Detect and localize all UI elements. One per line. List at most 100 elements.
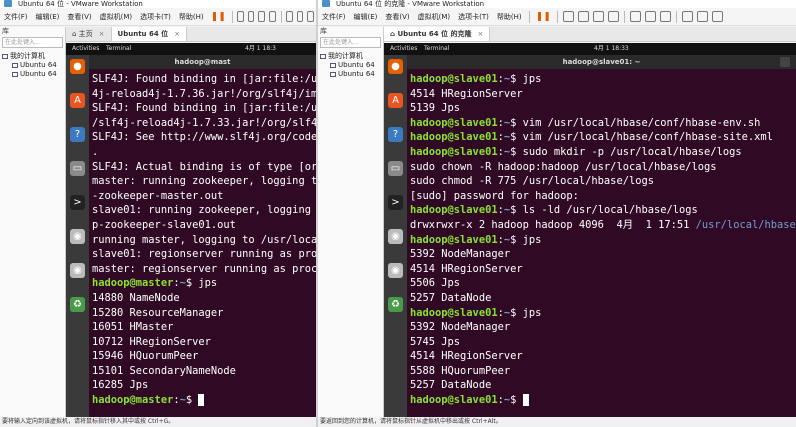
snapshot-manager-icon[interactable]	[269, 11, 276, 22]
thumbnail-view-icon[interactable]	[644, 11, 656, 22]
terminal-window[interactable]: hadoop@slave01: ~ hadoop@slave01:~$ jps 4…	[407, 55, 796, 417]
output-line: SLF4J: Found binding in [jar:file:/usr/l…	[92, 101, 316, 116]
tree-item-my-computer[interactable]: 我的计算机	[2, 52, 63, 61]
menu-file[interactable]: 文件(F)	[318, 12, 350, 22]
tree-item-vm[interactable]: Ubuntu 64	[320, 61, 381, 70]
send-keys-icon[interactable]	[562, 11, 574, 22]
terminal-app-label[interactable]: Terminal	[424, 43, 449, 55]
software-icon[interactable]: A	[70, 93, 85, 108]
output-line: 5257 DataNode	[410, 291, 793, 306]
menu-file[interactable]: 文件(F)	[0, 12, 32, 22]
vmware-app-icon	[4, 0, 12, 7]
software-icon[interactable]: A	[388, 93, 403, 108]
vm-display[interactable]: Activities Terminal 4月 1 18:3 ● A? ▭ > ◉ ◉ ♻ h…	[66, 43, 316, 417]
snapshot-icon[interactable]	[247, 11, 255, 22]
prompt-line: hadoop@slave01:~$ jps	[410, 233, 793, 248]
tab-home[interactable]: ⌂ 主页 ×	[66, 27, 112, 41]
thumbnail-view-icon[interactable]	[296, 11, 304, 22]
close-icon[interactable]: ×	[478, 30, 484, 38]
prompt-user: hadoop@master	[92, 277, 174, 290]
menu-vm[interactable]: 虚拟机(M)	[96, 12, 137, 22]
menu-view[interactable]: 查看(V)	[63, 12, 95, 22]
pause-icon[interactable]: ❚❚	[533, 12, 554, 22]
clock[interactable]: 4月 1 18:3	[245, 43, 276, 55]
output-line: 5745 Jps	[410, 335, 793, 350]
disc-icon[interactable]: ◉	[70, 263, 85, 278]
terminal-output[interactable]: SLF4J: Found binding in [jar:file:/usr/l…	[89, 69, 316, 408]
terminal-icon[interactable]: >	[70, 195, 85, 210]
title-bar: Ubuntu 64 位 - VMware Workstation	[0, 0, 316, 8]
library-view-icon[interactable]	[629, 11, 641, 22]
terminal-app-label[interactable]: Terminal	[106, 43, 131, 55]
menu-view[interactable]: 查看(V)	[381, 12, 413, 22]
help-icon[interactable]: ?	[388, 127, 403, 142]
files-icon[interactable]: ▭	[70, 161, 85, 176]
pause-icon[interactable]: ❚❚	[208, 12, 229, 22]
activities-button[interactable]: Activities	[72, 43, 99, 55]
tab-ubuntu-clone[interactable]: ⌂ Ubuntu 64 位 的克隆 ×	[384, 27, 491, 41]
menu-help[interactable]: 帮助(H)	[175, 12, 208, 22]
output-text: [sudo] password for hadoop:	[410, 189, 579, 202]
fullscreen-icon[interactable]	[659, 11, 671, 22]
menu-bar: 文件(F) 编辑(E) 查看(V) 虚拟机(M) 选项卡(T) 帮助(H) ❚❚	[0, 8, 316, 26]
console-icon[interactable]	[681, 11, 693, 22]
close-icon[interactable]: ×	[174, 30, 180, 38]
prompt-line: hadoop@slave01:~$	[410, 393, 793, 408]
prompt-user: hadoop@slave01	[410, 116, 498, 129]
help-icon[interactable]: ?	[70, 127, 85, 142]
vm-icon	[12, 62, 18, 68]
output-text: slave01: running zookeeper, logging to /…	[92, 204, 311, 217]
search-icon[interactable]	[780, 57, 790, 67]
activities-button[interactable]: Activities	[390, 43, 417, 55]
ubuntu-dock: ● A? ▭ > ◉ ◉ ♻	[66, 55, 89, 417]
disc-icon[interactable]: ◉	[388, 229, 403, 244]
stretch-icon[interactable]	[696, 11, 708, 22]
terminal-output[interactable]: hadoop@slave01:~$ jps 4514 HRegionServer 5…	[407, 69, 796, 408]
disc-icon[interactable]: ◉	[70, 229, 85, 244]
menu-edit[interactable]: 编辑(E)	[32, 12, 64, 22]
command-text: sudo mkdir -p /usr/local/hbase/logs	[516, 145, 742, 158]
library-search-input[interactable]: 在此处键入...	[320, 37, 381, 48]
snapshot-icon[interactable]	[577, 11, 589, 22]
fullscreen-icon[interactable]	[307, 11, 315, 22]
output-line: [sudo] password for hadoop:	[410, 189, 793, 204]
snapshot-manager-icon[interactable]	[607, 11, 619, 22]
tree-item-vm[interactable]: Ubuntu 64	[2, 61, 63, 70]
output-text: 5257 DataNode	[410, 291, 492, 304]
vm-display[interactable]: Activities Terminal 4月 1 18:33 ● A? ▭ > ◉ ◉ ♻ …	[384, 43, 796, 417]
toolbar-separator	[556, 10, 558, 23]
library-view-icon[interactable]	[286, 11, 293, 22]
view-options-icon[interactable]	[711, 11, 723, 22]
output-text: SLF4J: Actual binding is of type [org.sl…	[92, 160, 316, 173]
disc-icon[interactable]: ◉	[388, 263, 403, 278]
menu-vm[interactable]: 虚拟机(M)	[414, 12, 455, 22]
output-text: 5392 NodeManager	[410, 248, 511, 261]
tree-item-vm[interactable]: Ubuntu 64	[320, 70, 381, 79]
gnome-top-bar: Activities Terminal 4月 1 18:33	[384, 43, 796, 55]
menu-tabs[interactable]: 选项卡(T)	[136, 12, 175, 22]
library-search-input[interactable]: 在此处键入...	[2, 37, 63, 48]
menu-help[interactable]: 帮助(H)	[493, 12, 526, 22]
tree-item-my-computer[interactable]: 我的计算机	[320, 52, 381, 61]
command-text: jps	[516, 73, 542, 85]
output-text: 4514 HRegionServer	[410, 262, 523, 275]
restore-snapshot-icon[interactable]	[258, 11, 266, 22]
firefox-icon[interactable]: ●	[70, 59, 85, 74]
trash-icon[interactable]: ♻	[70, 297, 85, 312]
terminal-icon[interactable]: >	[388, 195, 403, 210]
restore-snapshot-icon[interactable]	[592, 11, 604, 22]
tree-item-vm[interactable]: Ubuntu 64	[2, 70, 63, 79]
close-icon[interactable]: ×	[99, 30, 105, 38]
files-icon[interactable]: ▭	[388, 161, 403, 176]
output-text: 5745 Jps	[410, 335, 461, 348]
tab-ubuntu[interactable]: Ubuntu 64 位 ×	[111, 27, 188, 41]
send-keys-icon[interactable]	[237, 11, 244, 22]
trash-icon[interactable]: ♻	[388, 297, 403, 312]
menu-tabs[interactable]: 选项卡(T)	[454, 12, 493, 22]
clock[interactable]: 4月 1 18:33	[594, 43, 629, 55]
output-text: sudo chmod -R 775 /usr/local/hbase/logs	[410, 175, 654, 188]
firefox-icon[interactable]: ●	[388, 59, 403, 74]
terminal-window[interactable]: hadoop@mast SLF4J: Found binding in [jar…	[89, 55, 316, 417]
command-text: jps	[192, 277, 218, 290]
menu-edit[interactable]: 编辑(E)	[350, 12, 382, 22]
